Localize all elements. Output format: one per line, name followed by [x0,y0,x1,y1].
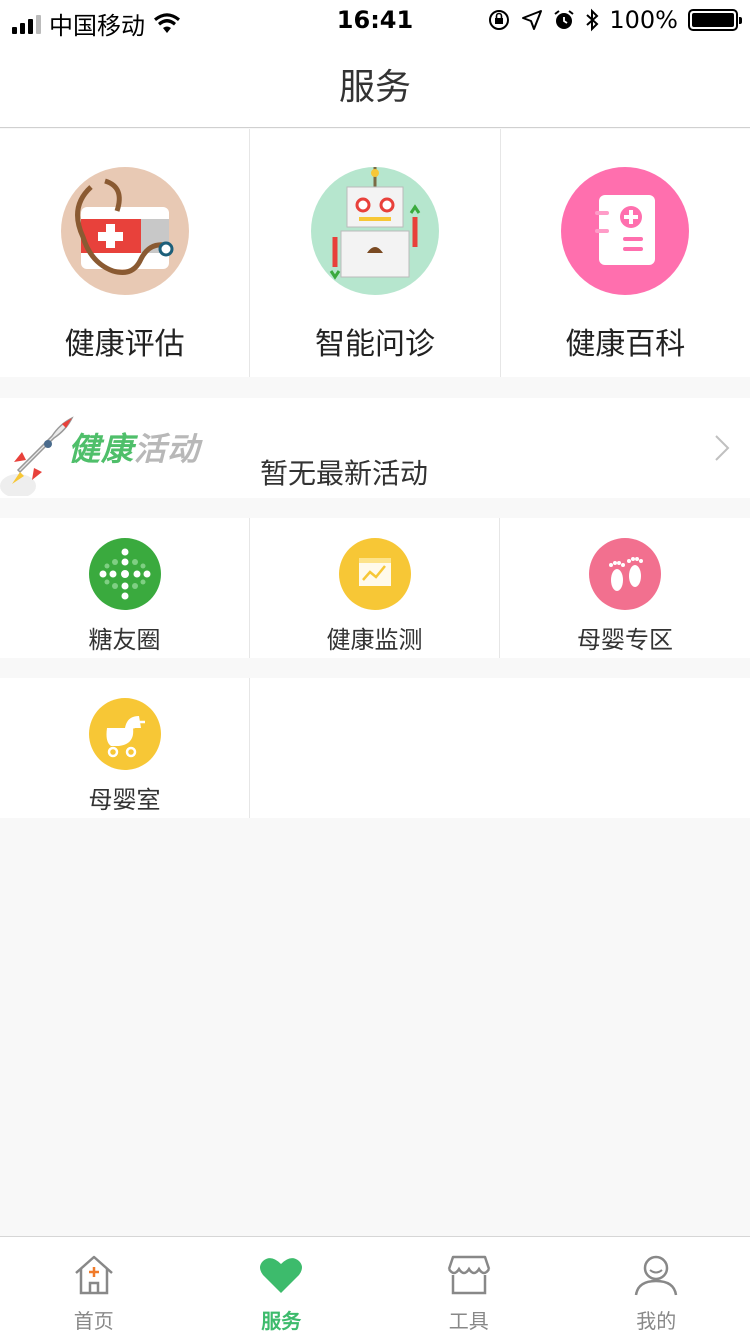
home-icon [74,1255,113,1295]
alarm-icon [554,10,574,29]
chevron-right-icon [715,435,730,461]
medical-book-icon [561,167,690,295]
small-service-row: 糖友圈 健康监测 母婴专区 [0,518,750,658]
tab-label: 首页 [73,1309,114,1333]
user-icon [635,1255,678,1296]
service-smart-consultation[interactable]: 智能问诊 [250,129,501,377]
service-label: 母婴专区 [577,626,673,654]
tab-label: 我的 [636,1309,677,1333]
baby-stroller-icon [88,698,161,770]
service-health-assessment[interactable]: 健康评估 [0,129,251,377]
battery-icon [688,9,742,31]
heart-icon [260,1258,303,1293]
orientation-lock-icon [489,10,510,30]
service-label: 健康评估 [64,327,185,362]
activity-banner[interactable]: 健康活动 暂无最新活动 [0,398,750,498]
tab-label: 工具 [448,1309,489,1333]
status-bar: 中国移动 16:41 100% [0,0,750,40]
bluetooth-icon [586,8,599,32]
nav-bar: 服务 [0,40,750,128]
service-health-monitoring[interactable]: 健康监测 [250,518,500,658]
service-nursing-room[interactable]: 母婴室 [0,678,250,818]
activity-message: 暂无最新活动 [260,457,429,490]
empty-tile [250,678,750,818]
tab-service[interactable]: 服务 [188,1237,376,1334]
service-health-encyclopedia[interactable]: 健康百科 [501,129,750,377]
store-icon [447,1255,490,1295]
dots-cross-icon [88,538,161,610]
tab-label: 服务 [261,1309,302,1333]
service-label: 健康百科 [565,327,686,362]
tab-mine[interactable]: 我的 [563,1237,750,1334]
service-label: 母婴室 [88,786,161,814]
robot-icon [310,167,439,295]
service-maternal-infant-zone[interactable]: 母婴专区 [500,518,750,658]
battery-percent: 100% [609,6,678,34]
small-service-row: 母婴室 [0,678,750,818]
service-grid: 健康评估 智能问诊 健康百科 [0,129,750,377]
service-label: 糖友圈 [88,626,161,654]
activity-logo-text: 健康活动 [68,430,201,468]
monitor-chart-icon [338,538,411,610]
location-icon [522,10,543,30]
first-aid-kit-icon [60,167,189,295]
service-label: 健康监测 [326,626,423,654]
tab-tools[interactable]: 工具 [375,1237,563,1334]
baby-footprint-icon [589,538,661,610]
tab-home[interactable]: 首页 [0,1237,188,1334]
tab-bar: 首页 服务 工具 我的 [0,1236,750,1334]
service-label: 智能问诊 [314,327,435,362]
service-sugar-friends[interactable]: 糖友圈 [0,518,250,658]
page-title: 服务 [338,66,411,108]
